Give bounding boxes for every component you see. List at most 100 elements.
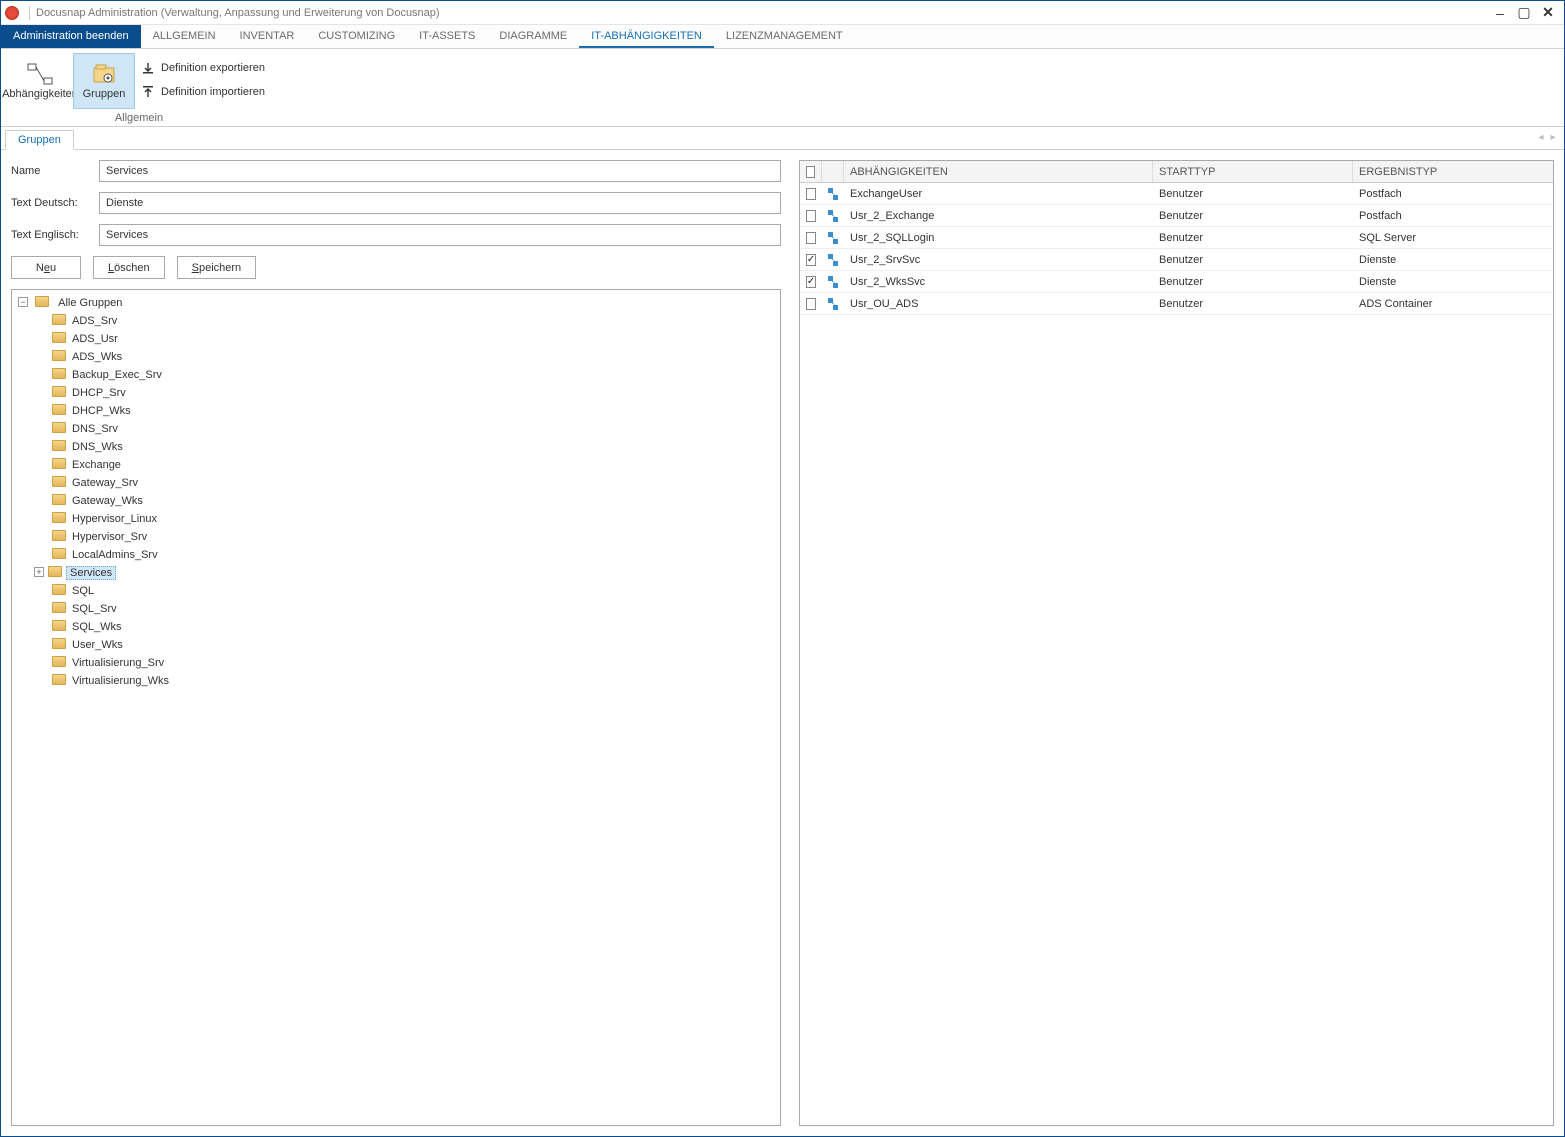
- tree-item[interactable]: ADS_Wks: [34, 348, 776, 366]
- row-res: Postfach: [1353, 210, 1553, 222]
- tree-item[interactable]: Gateway_Srv: [34, 474, 776, 492]
- tab-allgemein[interactable]: ALLGEMEIN: [141, 25, 228, 48]
- tree-item[interactable]: ADS_Srv: [34, 312, 776, 330]
- grid-header-start[interactable]: STARTTYP: [1153, 161, 1353, 182]
- expand-icon[interactable]: +: [34, 567, 44, 577]
- tree-item[interactable]: ADS_Usr: [34, 330, 776, 348]
- grid-header-checkbox[interactable]: [800, 161, 822, 182]
- delete-button[interactable]: Löschen: [93, 256, 165, 279]
- text-de-input[interactable]: [99, 192, 781, 214]
- row-start: Benutzer: [1153, 298, 1353, 310]
- table-row[interactable]: ✓Usr_2_SrvSvcBenutzerDienste: [800, 249, 1553, 271]
- dependency-icon: [828, 188, 838, 200]
- ribbon-group-allgemein: Abhängigkeiten Gruppen Definition export…: [9, 53, 269, 126]
- tree-item[interactable]: Hypervisor_Srv: [34, 528, 776, 546]
- maximize-button[interactable]: ▢: [1512, 4, 1536, 22]
- table-row[interactable]: ✓Usr_2_WksSvcBenutzerDienste: [800, 271, 1553, 293]
- tab-it-abhaengigkeiten[interactable]: IT-ABHÄNGIGKEITEN: [579, 25, 714, 48]
- collapse-icon[interactable]: −: [18, 297, 28, 307]
- tree-item[interactable]: DHCP_Wks: [34, 402, 776, 420]
- minimize-button[interactable]: –: [1488, 4, 1512, 22]
- folder-icon: [52, 476, 66, 487]
- table-row[interactable]: Usr_2_SQLLoginBenutzerSQL Server: [800, 227, 1553, 249]
- tab-diagramme[interactable]: DIAGRAMME: [487, 25, 579, 48]
- table-row[interactable]: Usr_OU_ADSBenutzerADS Container: [800, 293, 1553, 315]
- content-tab-gruppen[interactable]: Gruppen: [5, 130, 74, 150]
- tab-nav-right-icon[interactable]: ▸: [1548, 131, 1558, 143]
- tab-customizing[interactable]: CUSTOMIZING: [306, 25, 407, 48]
- row-checkbox-cell[interactable]: [800, 188, 822, 200]
- row-dep: ExchangeUser: [844, 188, 1153, 200]
- save-button[interactable]: Speichern: [177, 256, 257, 279]
- folder-icon: [35, 296, 49, 307]
- new-button[interactable]: Neu: [11, 256, 81, 279]
- tree-item-label: ADS_Srv: [70, 315, 119, 327]
- grid-header-dep[interactable]: ABHÄNGIGKEITEN: [844, 161, 1153, 182]
- tab-inventar[interactable]: INVENTAR: [228, 25, 307, 48]
- text-en-input[interactable]: [99, 224, 781, 246]
- dependencies-icon: [26, 62, 54, 86]
- grid-header-res[interactable]: ERGEBNISTYP: [1353, 161, 1553, 182]
- tree-item-label: Gateway_Srv: [70, 477, 140, 489]
- tree-item[interactable]: Exchange: [34, 456, 776, 474]
- tree-item[interactable]: SQL_Srv: [34, 600, 776, 618]
- row-checkbox-cell[interactable]: ✓: [800, 254, 822, 266]
- tree-item-label: Virtualisierung_Srv: [70, 657, 166, 669]
- row-icon-cell: [822, 232, 844, 244]
- tree-item-label: Hypervisor_Linux: [70, 513, 159, 525]
- tab-lizenzmanagement[interactable]: LIZENZMANAGEMENT: [714, 25, 855, 48]
- tree-item[interactable]: DNS_Srv: [34, 420, 776, 438]
- tree-item-label: ADS_Usr: [70, 333, 120, 345]
- tree-root[interactable]: − Alle Gruppen ADS_SrvADS_UsrADS_WksBack…: [18, 294, 776, 690]
- tree-item[interactable]: Backup_Exec_Srv: [34, 366, 776, 384]
- tree-item[interactable]: Virtualisierung_Wks: [34, 672, 776, 690]
- close-button[interactable]: ✕: [1536, 4, 1560, 22]
- ribbon-btn-gruppen[interactable]: Gruppen: [73, 53, 135, 109]
- ribbon-btn-import-definition[interactable]: Definition importieren: [137, 81, 269, 103]
- row-checkbox-cell[interactable]: [800, 210, 822, 222]
- tab-it-assets[interactable]: IT-ASSETS: [407, 25, 487, 48]
- right-pane: ABHÄNGIGKEITEN STARTTYP ERGEBNISTYP Exch…: [799, 160, 1554, 1126]
- ribbon-btn-abhaengigkeiten[interactable]: Abhängigkeiten: [9, 53, 71, 109]
- row-start: Benutzer: [1153, 254, 1353, 266]
- tree-item-label: Gateway_Wks: [70, 495, 145, 507]
- row-checkbox-cell[interactable]: [800, 232, 822, 244]
- row-res: ADS Container: [1353, 298, 1553, 310]
- row-checkbox-cell[interactable]: ✓: [800, 276, 822, 288]
- folder-icon: [52, 494, 66, 505]
- row-dep: Usr_2_WksSvc: [844, 276, 1153, 288]
- folder-icon: [52, 548, 66, 559]
- tab-admin-exit[interactable]: Administration beenden: [1, 25, 141, 48]
- tree-item-label: SQL: [70, 585, 96, 597]
- tree-item-label: SQL_Wks: [70, 621, 124, 633]
- ribbon-tabs: Administration beenden ALLGEMEIN INVENTA…: [1, 25, 1564, 49]
- dependency-icon: [828, 254, 838, 266]
- folder-icon: [52, 656, 66, 667]
- tree-item[interactable]: DHCP_Srv: [34, 384, 776, 402]
- tree-item[interactable]: Gateway_Wks: [34, 492, 776, 510]
- ribbon-small-label: Definition importieren: [161, 86, 265, 98]
- dependencies-grid: ABHÄNGIGKEITEN STARTTYP ERGEBNISTYP Exch…: [799, 160, 1554, 1126]
- tree-item[interactable]: SQL: [34, 582, 776, 600]
- checkbox-icon: ✓: [806, 254, 816, 266]
- ribbon-btn-export-definition[interactable]: Definition exportieren: [137, 57, 269, 79]
- row-checkbox-cell[interactable]: [800, 298, 822, 310]
- tree-item[interactable]: LocalAdmins_Srv: [34, 546, 776, 564]
- tree-item[interactable]: SQL_Wks: [34, 618, 776, 636]
- tree-item-label: User_Wks: [70, 639, 125, 651]
- tree-item[interactable]: Virtualisierung_Srv: [34, 654, 776, 672]
- table-row[interactable]: Usr_2_ExchangeBenutzerPostfach: [800, 205, 1553, 227]
- row-res: Dienste: [1353, 276, 1553, 288]
- row-icon-cell: [822, 188, 844, 200]
- ribbon-btn-label: Abhängigkeiten: [2, 88, 78, 100]
- tree-item-label: SQL_Srv: [70, 603, 119, 615]
- tree-item[interactable]: User_Wks: [34, 636, 776, 654]
- table-row[interactable]: ExchangeUserBenutzerPostfach: [800, 183, 1553, 205]
- tree-item[interactable]: Hypervisor_Linux: [34, 510, 776, 528]
- label-text-en: Text Englisch:: [11, 229, 89, 241]
- tree-item[interactable]: DNS_Wks: [34, 438, 776, 456]
- name-input[interactable]: [99, 160, 781, 182]
- tab-nav-left-icon[interactable]: ◂: [1536, 131, 1546, 143]
- tree-item[interactable]: +Services: [34, 564, 776, 582]
- tree-view[interactable]: − Alle Gruppen ADS_SrvADS_UsrADS_WksBack…: [11, 289, 781, 1126]
